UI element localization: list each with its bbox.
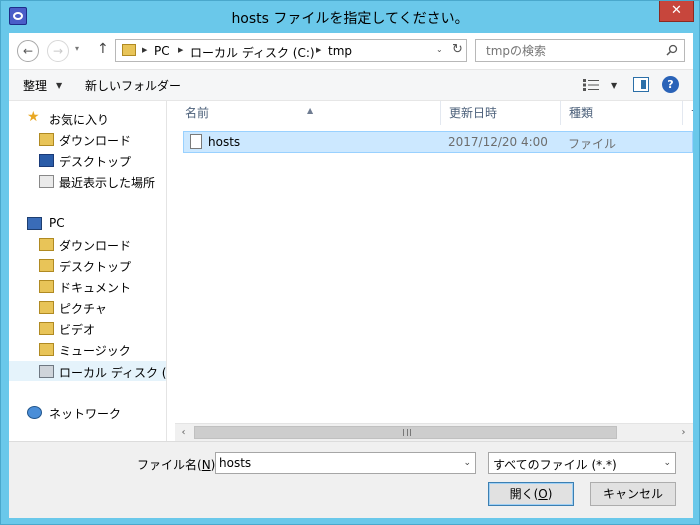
address-bar[interactable]: ▶ PC ▶ ローカル ディスク (C:) ▶ tmp ⌄ ↻ [115,39,467,62]
scroll-right-button[interactable]: › [675,424,692,441]
videos-folder-icon [39,322,54,335]
file-name: hosts [208,135,241,149]
recent-locations-dropdown[interactable]: ▾ [75,44,79,53]
help-icon[interactable]: ? [662,76,679,93]
sidebar-item-pc-downloads[interactable]: ダウンロード [9,235,166,255]
downloads-folder-icon [39,133,54,146]
sidebar-item-label: ピクチャ [59,302,107,316]
file-modified: 2017/12/20 4:00 [448,135,548,149]
sidebar-item-music[interactable]: ミュージック [9,340,166,360]
sidebar-item-label: 最近表示した場所 [59,176,156,190]
sidebar-item-label: PC [49,216,65,230]
file-open-dialog: hosts ファイルを指定してください。 ✕ ← → ▾ ↑ ▶ PC ▶ ロー… [0,0,700,525]
sidebar-item-label: ビデオ [59,323,96,337]
sort-ascending-icon: ▲ [307,106,314,115]
star-icon: ★ [27,109,40,125]
breadcrumb-local-disk[interactable]: ローカル ディスク (C:) [190,44,315,61]
desktop-folder-icon [39,259,54,272]
sidebar-item-favorites-desktop[interactable]: デスクトップ [9,151,166,171]
preview-pane-icon[interactable] [633,77,649,92]
up-folder-button[interactable]: ↑ [97,41,109,57]
address-dropdown-icon[interactable]: ⌄ [436,45,443,54]
grip-icon [403,429,411,436]
window-title: hosts ファイルを指定してください。 [231,11,469,27]
column-header-type[interactable]: 種類 [561,101,683,125]
sidebar-item-favorites[interactable]: ★ お気に入り [9,109,166,129]
sidebar-item-label: ネットワーク [49,407,122,421]
navigation-pane[interactable]: ★ お気に入り ダウンロード デスクトップ 最近表示した場所 PC ダウンロード… [9,101,167,441]
back-button[interactable]: ← [17,40,39,62]
dialog-footer: ファイル名(N): ⌄ すべてのファイル (*.*) ⌄ 開く(O) キャンセル [9,441,693,518]
filetype-value: すべてのファイル (*.*) [493,458,617,472]
sidebar-item-label: ミュージック [59,344,131,358]
column-header-modified[interactable]: 更新日時 [441,101,561,125]
computer-icon [27,217,42,230]
sidebar-item-network[interactable]: ネットワーク [9,403,166,423]
breadcrumb-separator[interactable]: ▶ [316,46,321,54]
pictures-folder-icon [39,301,54,314]
breadcrumb-tmp[interactable]: tmp [328,44,352,58]
recent-places-icon [39,175,54,188]
desktop-icon [39,154,54,167]
sidebar-item-recent-places[interactable]: 最近表示した場所 [9,172,166,192]
sidebar-item-pc[interactable]: PC [9,214,166,234]
view-dropdown-icon[interactable]: ▼ [611,81,617,90]
open-button[interactable]: 開く(O) [488,482,574,506]
filetype-select[interactable]: すべてのファイル (*.*) ⌄ [488,452,676,474]
file-icon [190,134,202,149]
filename-combobox: ⌄ [215,452,476,474]
new-folder-button[interactable]: 新しいフォルダー [85,77,181,94]
file-list[interactable]: ▲ 名前 更新日時 種類 サ hosts 2017/12/20 4:00 ファイ… [167,101,693,441]
downloads-folder-icon [39,238,54,251]
sidebar-item-label: ドキュメント [59,281,132,295]
network-icon [27,406,42,419]
drive-icon [39,365,54,378]
column-header-size[interactable]: サ [683,101,693,125]
title-bar[interactable]: hosts ファイルを指定してください。 ✕ [1,1,699,33]
column-header-name[interactable]: ▲ 名前 [167,101,441,125]
close-button[interactable]: ✕ [659,1,694,22]
forward-button[interactable]: → [47,40,69,62]
sidebar-item-pc-desktop[interactable]: デスクトップ [9,256,166,276]
sidebar-item-label: ローカル ディスク (C:) [59,366,167,380]
documents-folder-icon [39,280,54,293]
sidebar-item-favorites-downloads[interactable]: ダウンロード [9,130,166,150]
sidebar-item-videos[interactable]: ビデオ [9,319,166,339]
sidebar-item-label: ダウンロード [59,134,132,148]
horizontal-scrollbar[interactable]: ‹ › [175,423,693,441]
sidebar-item-label: デスクトップ [59,260,132,274]
chevron-down-icon[interactable]: ⌄ [463,458,471,468]
scrollbar-thumb[interactable] [194,426,617,439]
breadcrumb-separator[interactable]: ▶ [142,46,147,54]
filename-label: ファイル名(N): [137,458,219,472]
view-options-icon[interactable] [583,79,599,91]
scroll-left-button[interactable]: ‹ [175,424,192,441]
organize-dropdown-icon[interactable]: ▼ [56,81,62,90]
organize-button[interactable]: 整理 [23,77,47,94]
sidebar-item-label: ダウンロード [59,239,132,253]
navigation-bar: ← → ▾ ↑ ▶ PC ▶ ローカル ディスク (C:) ▶ tmp ⌄ ↻ [9,33,693,69]
search-input[interactable] [476,40,656,61]
filename-input[interactable] [216,453,456,473]
command-toolbar: 整理 ▼ 新しいフォルダー ▼ ? [9,69,693,101]
breadcrumb-pc[interactable]: PC [154,44,170,58]
sidebar-item-pictures[interactable]: ピクチャ [9,298,166,318]
sidebar-item-label: デスクトップ [59,155,132,169]
table-row[interactable]: hosts 2017/12/20 4:00 ファイル [183,131,693,153]
folder-icon [122,44,136,56]
chevron-down-icon: ⌄ [663,458,671,468]
cancel-button[interactable]: キャンセル [590,482,676,506]
sidebar-item-label: お気に入り [49,113,110,127]
breadcrumb-separator[interactable]: ▶ [178,46,183,54]
file-type: ファイル [568,137,617,151]
sidebar-item-local-disk[interactable]: ローカル ディスク (C:) [9,361,167,381]
search-box [475,39,685,62]
sidebar-item-documents[interactable]: ドキュメント [9,277,166,297]
column-header-label: 名前 [185,106,210,120]
music-folder-icon [39,343,54,356]
search-icon[interactable] [666,44,678,56]
dialog-client-area: ← → ▾ ↑ ▶ PC ▶ ローカル ディスク (C:) ▶ tmp ⌄ ↻ [9,33,693,518]
refresh-icon[interactable]: ↻ [452,42,463,57]
